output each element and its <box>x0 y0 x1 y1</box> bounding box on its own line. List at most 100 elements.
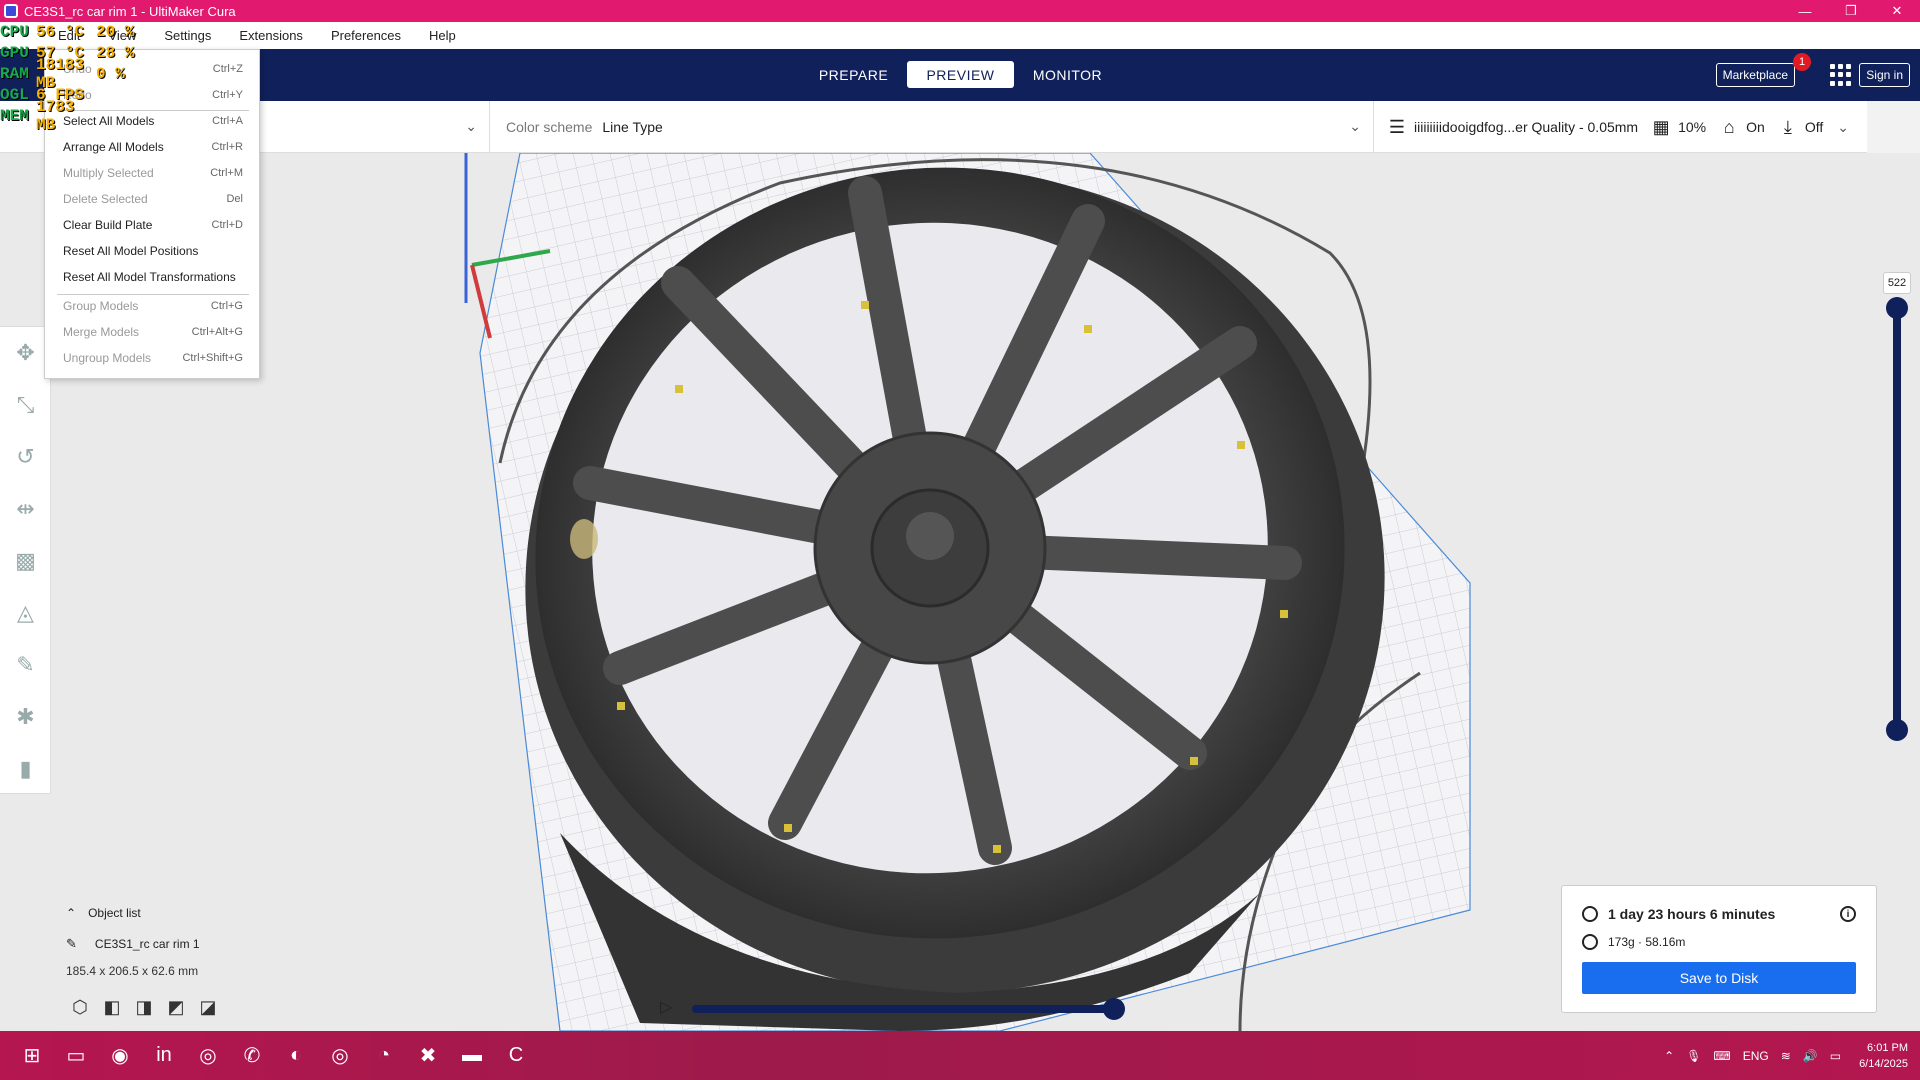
tab-monitor[interactable]: MONITOR <box>1014 61 1121 88</box>
object-name: CE3S1_rc car rim 1 <box>94 937 200 951</box>
infill-icon: ▦ <box>1652 116 1670 137</box>
menu-help[interactable]: Help <box>415 28 470 43</box>
app-icon[interactable]: ◉ <box>102 1038 138 1074</box>
layer-slider-track[interactable] <box>1893 308 1901 731</box>
xbox-icon[interactable]: ✖ <box>410 1038 446 1074</box>
play-simulation-icon[interactable]: ▷ <box>660 997 678 1019</box>
language-indicator[interactable]: ENG <box>1743 1049 1769 1063</box>
chevron-up-icon[interactable]: ⌃ <box>1664 1049 1674 1063</box>
linkedin-icon[interactable]: in <box>146 1038 182 1074</box>
path-slider-handle[interactable] <box>1103 998 1125 1020</box>
menu-edit[interactable]: Edit <box>44 28 94 43</box>
file-explorer-icon[interactable]: ▬ <box>454 1038 490 1074</box>
menu-settings[interactable]: Settings <box>150 28 225 43</box>
menu-item-redo[interactable]: Redo Ctrl+Y <box>45 82 261 108</box>
save-to-disk-button[interactable]: Save to Disk <box>1582 962 1856 994</box>
menu-item-group[interactable]: Group Models Ctrl+G <box>45 293 261 319</box>
clock[interactable]: 6:01 PM 6/14/2025 <box>1859 1040 1908 1072</box>
chevron-down-icon: ⌄ <box>465 118 477 134</box>
marketplace-button[interactable]: Marketplace <box>1715 63 1795 87</box>
menu-item-delete[interactable]: Delete Selected Del <box>45 186 261 212</box>
tab-preview[interactable]: PREVIEW <box>907 61 1014 88</box>
menu-item-reset-positions[interactable]: Reset All Model Positions <box>45 238 261 264</box>
view-top-icon[interactable]: ◨ <box>128 994 160 1020</box>
whatsapp-icon[interactable]: ✆ <box>234 1038 270 1074</box>
menu-item-clear-plate[interactable]: Clear Build Plate Ctrl+D <box>45 212 261 238</box>
menu-item-select-all[interactable]: Select All Models Ctrl+A <box>45 108 261 134</box>
pencil-icon: ✎ <box>66 936 77 951</box>
spool-icon <box>1582 934 1598 950</box>
menu-item-merge[interactable]: Merge Models Ctrl+Alt+G <box>45 319 261 345</box>
layer-slider-top-handle[interactable] <box>1886 297 1908 319</box>
rotate-tool-icon[interactable]: ↺ <box>0 431 51 483</box>
menu-preferences[interactable]: Preferences <box>317 28 415 43</box>
clock-icon <box>1582 906 1598 922</box>
microphone-icon[interactable]: 🎙 <box>1686 1049 1701 1063</box>
close-button[interactable]: ✕ <box>1874 0 1920 22</box>
info-icon[interactable]: i <box>1840 906 1856 922</box>
chrome-icon[interactable]: ◎ <box>190 1038 226 1074</box>
menu-item-label: Reset All Model Transformations <box>63 270 236 284</box>
menu-item-ungroup[interactable]: Ungroup Models Ctrl+Shift+G <box>45 345 261 371</box>
menu-item-arrange-all[interactable]: Arrange All Models Ctrl+R <box>45 134 261 160</box>
obs-icon[interactable]: ◐ <box>278 1038 314 1074</box>
paint-tool-icon[interactable]: ✱ <box>0 691 51 743</box>
object-list-toggle[interactable]: ⌃ Object list <box>66 906 141 920</box>
support-blocker-icon[interactable]: ◬ <box>0 587 51 639</box>
menu-view[interactable]: View <box>94 28 150 43</box>
clock-time: 6:01 PM <box>1867 1041 1908 1054</box>
chrome-profile-icon[interactable]: ◎ <box>322 1038 358 1074</box>
window-titlebar: CE3S1_rc car rim 1 - UltiMaker Cura — ❐ … <box>0 0 1920 22</box>
sign-in-button[interactable]: Sign in <box>1859 63 1910 87</box>
apps-grid-icon[interactable] <box>1830 64 1852 86</box>
menu-item-multiply[interactable]: Multiply Selected Ctrl+M <box>45 160 261 186</box>
measure-tool-icon[interactable]: ✎ <box>0 639 51 691</box>
minimize-button[interactable]: — <box>1782 0 1828 22</box>
view-right-icon[interactable]: ◪ <box>192 994 224 1020</box>
layer-number-input[interactable]: 522 <box>1883 272 1911 294</box>
marketplace-badge: 1 <box>1793 53 1811 71</box>
mirror-tool-icon[interactable]: ⇹ <box>0 483 51 535</box>
battery-icon[interactable]: ▭ <box>1830 1049 1841 1063</box>
volume-icon[interactable]: 🔊 <box>1803 1049 1818 1063</box>
print-settings-selector[interactable]: ☰ iiiiiiiiidooigdfog...er Quality - 0.05… <box>1374 101 1867 153</box>
view-settings-bar: ⌄ Color scheme Line Type ⌄ ☰ iiiiiiiiido… <box>0 101 1867 153</box>
cura-taskbar-icon[interactable]: C <box>498 1038 534 1074</box>
object-list-item[interactable]: ✎ CE3S1_rc car rim 1 <box>66 936 200 952</box>
menu-extensions[interactable]: Extensions <box>225 28 317 43</box>
menu-item-shortcut: Ctrl+Alt+G <box>191 326 243 338</box>
chevron-up-icon: ⌃ <box>66 906 77 920</box>
windows-start-icon[interactable]: ⊞ <box>14 1038 50 1074</box>
wifi-icon[interactable]: ≋ <box>1781 1049 1791 1063</box>
per-model-settings-icon[interactable]: ▩ <box>0 535 51 587</box>
menu-item-reset-transformations[interactable]: Reset All Model Transformations <box>45 264 261 290</box>
cylinder-icon[interactable]: ▮ <box>0 743 51 795</box>
menu-item-label: Group Models <box>63 299 139 313</box>
menu-item-shortcut: Ctrl+D <box>211 219 243 231</box>
system-tray: ⌃ 🎙 ⌨ ENG ≋ 🔊 ▭ 6:01 PM 6/14/2025 <box>1652 1031 1908 1080</box>
menu-item-label: Merge Models <box>63 325 140 339</box>
print-time-row: 1 day 23 hours 6 minutes <box>1582 906 1775 922</box>
path-slider-track[interactable] <box>692 1005 1114 1013</box>
menu-item-shortcut: Ctrl+Z <box>212 63 243 75</box>
view-3d-icon[interactable]: ⬡ <box>64 994 96 1020</box>
scale-tool-icon[interactable]: ⤡ <box>0 379 51 431</box>
color-scheme-selector[interactable]: Color scheme Line Type ⌄ <box>490 101 1374 153</box>
stage-tabs: PREPARE PREVIEW MONITOR <box>800 61 1121 88</box>
task-view-icon[interactable]: ▭ <box>58 1038 94 1074</box>
blender-icon[interactable]: ◔ <box>366 1038 402 1074</box>
material-row: 173g · 58.16m <box>1582 934 1685 950</box>
menu-item-label: Arrange All Models <box>63 140 164 154</box>
restore-button[interactable]: ❐ <box>1828 0 1874 22</box>
layer-slider-bottom-handle[interactable] <box>1886 719 1908 741</box>
menu-item-shortcut: Ctrl+M <box>210 167 243 179</box>
menu-item-label: Undo <box>63 62 92 76</box>
keyboard-icon[interactable]: ⌨ <box>1713 1049 1730 1063</box>
menu-item-undo[interactable]: Undo Ctrl+Z <box>45 56 261 82</box>
view-front-icon[interactable]: ◧ <box>96 994 128 1020</box>
adhesion-icon: ⤓ <box>1783 116 1792 137</box>
tab-prepare[interactable]: PREPARE <box>800 61 907 88</box>
view-left-icon[interactable]: ◩ <box>160 994 192 1020</box>
menu-item-shortcut: Ctrl+A <box>212 115 243 127</box>
adhesion-value: Off <box>1804 119 1824 135</box>
